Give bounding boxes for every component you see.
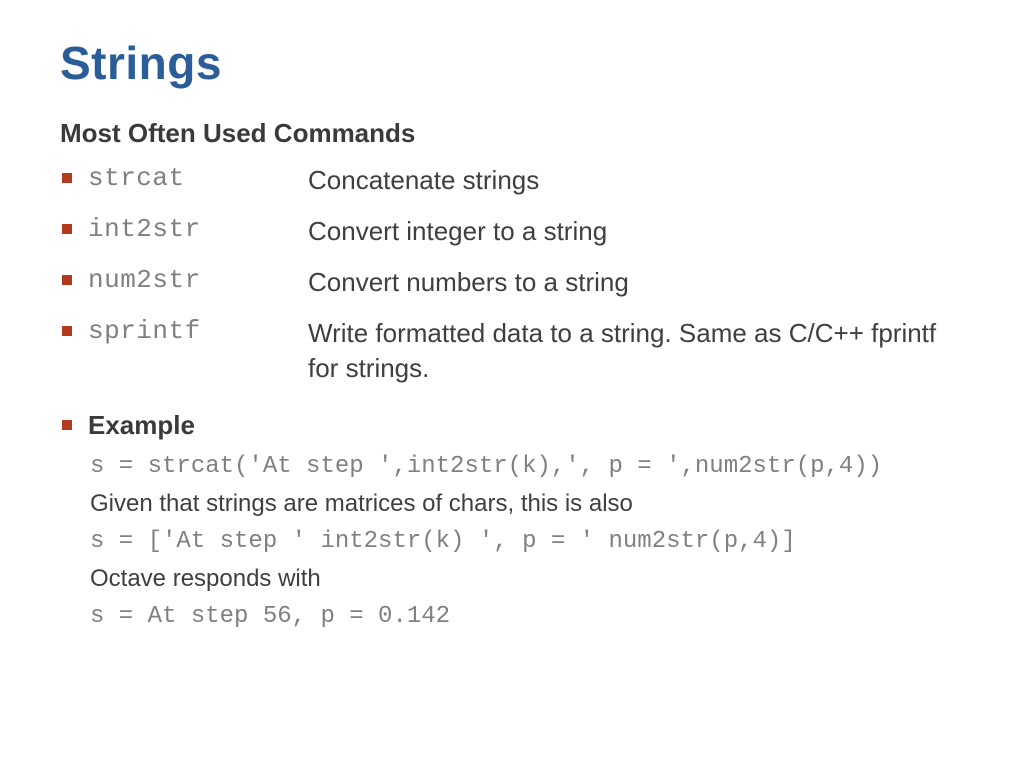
bullet-icon xyxy=(62,173,72,183)
list-item: num2str Convert numbers to a string xyxy=(60,265,964,300)
command-name: strcat xyxy=(88,163,308,193)
command-desc: Convert integer to a string xyxy=(308,214,964,249)
code-line: s = strcat('At step ',int2str(k),', p = … xyxy=(90,453,964,480)
example-label: Example xyxy=(88,410,195,441)
code-line: s = ['At step ' int2str(k) ', p = ' num2… xyxy=(90,528,964,555)
command-name: sprintf xyxy=(88,316,308,346)
command-name: num2str xyxy=(88,265,308,295)
command-desc: Concatenate strings xyxy=(308,163,964,198)
bullet-icon xyxy=(62,224,72,234)
list-item: strcat Concatenate strings xyxy=(60,163,964,198)
prose-line: Given that strings are matrices of chars… xyxy=(90,490,964,518)
command-list: strcat Concatenate strings int2str Conve… xyxy=(60,163,964,386)
list-item: int2str Convert integer to a string xyxy=(60,214,964,249)
bullet-icon xyxy=(62,326,72,336)
prose-line: Octave responds with xyxy=(90,565,964,593)
command-desc: Write formatted data to a string. Same a… xyxy=(308,316,964,386)
section-heading: Most Often Used Commands xyxy=(60,118,964,149)
bullet-icon xyxy=(62,275,72,285)
slide-title: Strings xyxy=(60,36,964,90)
command-desc: Convert numbers to a string xyxy=(308,265,964,300)
code-line: s = At step 56, p = 0.142 xyxy=(90,603,964,630)
slide: Strings Most Often Used Commands strcat … xyxy=(0,0,1024,768)
list-item: Example xyxy=(60,410,964,441)
bullet-icon xyxy=(62,420,72,430)
example-section: Example s = strcat('At step ',int2str(k)… xyxy=(60,410,964,630)
command-name: int2str xyxy=(88,214,308,244)
list-item: sprintf Write formatted data to a string… xyxy=(60,316,964,386)
